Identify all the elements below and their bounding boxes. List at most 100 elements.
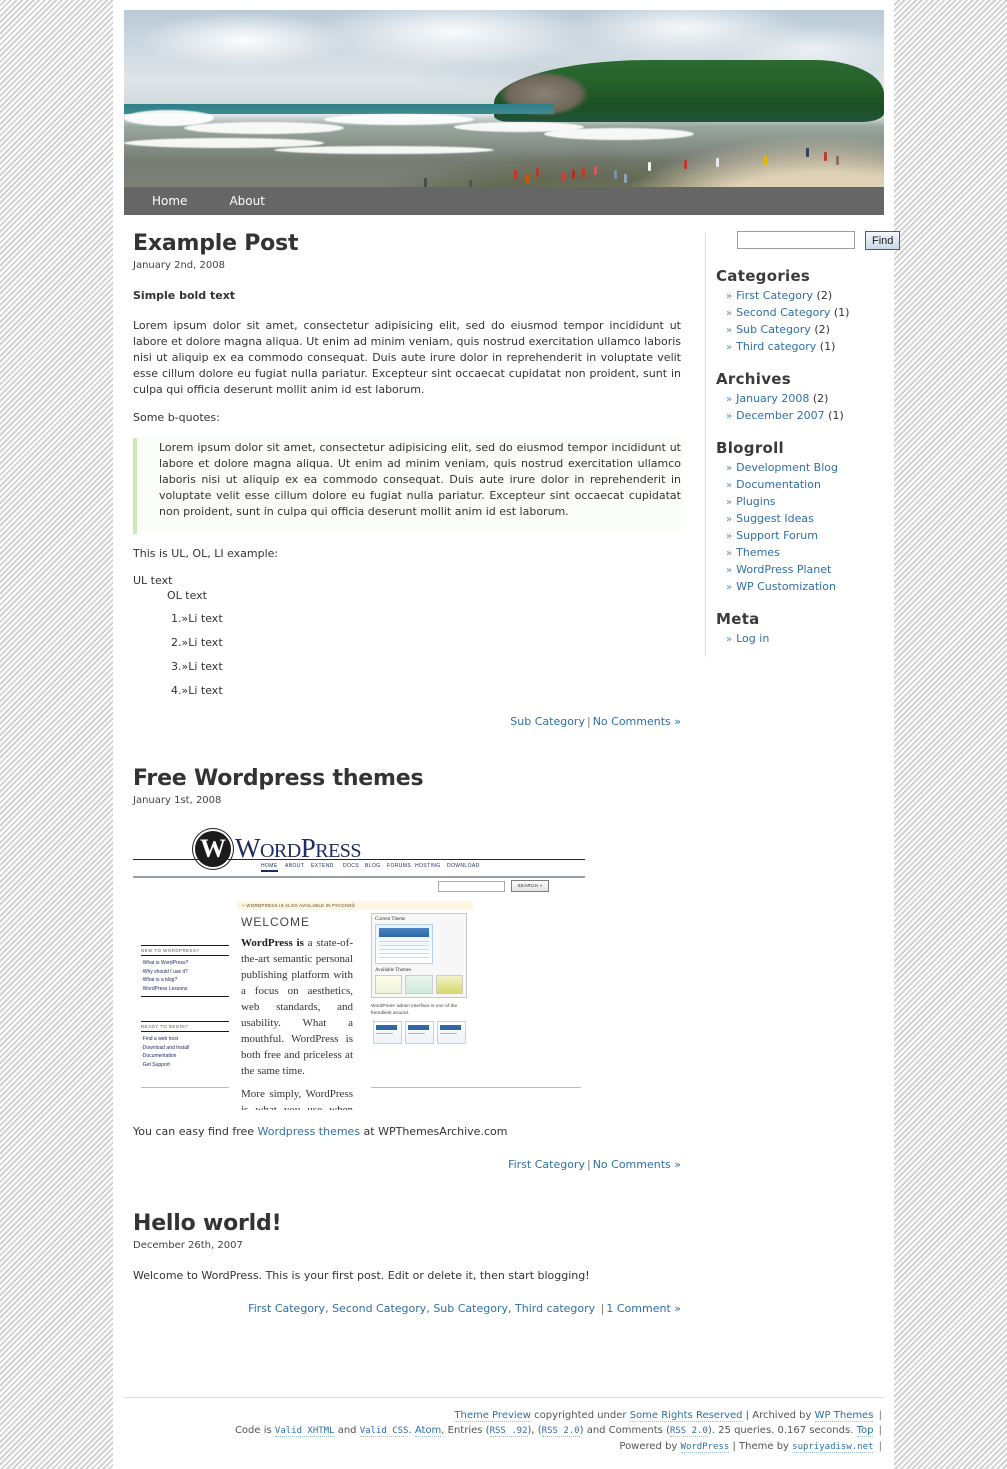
post-comments-link[interactable]: 1 Comment » [606,1302,681,1315]
nav-rule [133,876,585,878]
wordpress-themes-link[interactable]: Wordpress themes [258,1125,361,1138]
sidebar-link-december-2007[interactable]: December 2007 [736,409,825,422]
list-item: Development Blog [726,460,884,477]
post-title[interactable]: Example Post [133,231,681,256]
post-date: January 1st, 2008 [133,795,222,806]
footer-text: ) and Comments ( [579,1425,670,1436]
footer-link-wordpress[interactable]: WordPress [680,1442,730,1453]
sidebar-link-third-category[interactable]: Third category [736,340,816,353]
footer-link-atom[interactable]: Atom [414,1425,442,1437]
person [536,168,539,177]
footer-link-top[interactable]: Top [856,1425,874,1437]
admin-panel: Current Theme Available Themes [371,913,467,998]
ready-item: Documentation [141,1053,229,1059]
sidebar-link-development-blog[interactable]: Development Blog [736,461,838,474]
blogroll-list: Development Blog Documentation Plugins S… [716,460,884,596]
footer-link-theme-preview[interactable]: Theme Preview [454,1410,531,1422]
ol-item: Li text [188,660,223,673]
demo-unordered-list: UL text OL text Li text Li text Li text … [133,574,681,697]
caption-before: You can easy find free [133,1125,258,1138]
person [624,174,627,183]
blockquote-text: Lorem ipsum dolor sit amet, consectetur … [159,441,681,518]
thumb-line [379,945,429,946]
search-input[interactable] [737,231,855,249]
item-count: (2) [812,392,829,405]
sidebar-link-documentation[interactable]: Documentation [736,478,821,491]
sidebar-block-categories: Categories First Category (2) Second Cat… [716,267,884,356]
nav-about[interactable]: About [215,194,278,208]
footer-link-valid-css[interactable]: Valid CSS [359,1426,409,1437]
sidebar-block-meta: Meta Log in [716,610,884,648]
post-category-link[interactable]: Sub Category [433,1302,508,1315]
post-date: December 26th, 2007 [133,1240,243,1251]
footer-link-wp-themes[interactable]: WP Themes [814,1410,874,1422]
list-item: Log in [726,631,884,648]
ready-to-begin-list: Find a web host Download and Install Doc… [141,1036,229,1068]
theme-thumb [405,975,433,994]
post-comments-link[interactable]: No Comments » [593,715,681,728]
footer-link-rss-92[interactable]: RSS .92 [489,1426,528,1437]
footer-link-rss-20-entries[interactable]: RSS 2.0 [541,1426,580,1437]
ul-item-label: UL text [133,574,173,587]
sidebar-link-first-category[interactable]: First Category [736,289,813,302]
post-category-link[interactable]: First Category [248,1302,325,1315]
welcome-para-1-rest: a state-of-the-art semantic personal pub… [241,937,353,1077]
footer-link-valid-xhtml[interactable]: Valid XHTML [274,1426,335,1437]
sidebar-heading-categories: Categories [716,267,811,285]
sidebar-link-sub-category[interactable]: Sub Category [736,323,811,336]
theme-screenshot [437,1021,466,1044]
ready-to-begin-heading: READY TO BEGIN? [141,1021,229,1032]
search-find-button[interactable]: Find [865,231,901,250]
post-category-link[interactable]: Sub Category [510,715,585,728]
post-title[interactable]: Free Wordpress themes [133,766,681,791]
sidebar-link-second-category[interactable]: Second Category [736,306,830,319]
person [594,166,597,175]
header-banner: Home About [124,10,884,215]
sidebar-link-log-in[interactable]: Log in [736,632,769,645]
sidebar-block-archives: Archives January 2008 (2) December 2007 … [716,370,884,425]
ol-item: Li text [188,612,223,625]
sidebar: Find Categories First Category (2) Secon… [716,231,901,662]
footer-link-rss-20-comments[interactable]: RSS 2.0 [669,1426,708,1437]
post-category-link[interactable]: First Category [508,1158,585,1171]
sidebar-link-plugins[interactable]: Plugins [736,495,775,508]
nav-home[interactable]: Home [138,194,201,208]
sidebar-link-support-forum[interactable]: Support Forum [736,529,818,542]
wave [274,146,494,154]
caption-after: at WPThemesArchive.com [360,1125,508,1138]
logo-rule [133,859,585,860]
welcome-para-1: WordPress is a state-of-the-art semantic… [241,935,353,1079]
post-date: January 2nd, 2008 [133,260,225,271]
post-category-link[interactable]: Third category [515,1302,595,1315]
footer-text: . [408,1425,415,1436]
footer-link-supriyadisw[interactable]: supriyadisw.net [792,1442,874,1453]
footer-link-some-rights-reserved[interactable]: Some Rights Reserved [629,1410,743,1422]
meta-comma: , [508,1302,515,1315]
footer-text: Code is [234,1425,275,1436]
thumb-line [379,941,429,942]
sidebar-link-suggest-ideas[interactable]: Suggest Ideas [736,512,814,525]
footer-text: | [875,1425,882,1436]
list-item: January 2008 (2) [726,391,884,408]
wp-nav-docs: DOCS [343,863,360,869]
person [424,178,427,187]
sidebar-heading-archives: Archives [716,370,791,388]
available-themes-row [375,975,463,994]
ol-item: Li text [188,636,223,649]
current-theme-thumbnail [375,924,433,964]
archives-list: January 2008 (2) December 2007 (1) [716,391,884,425]
post-category-link[interactable]: Second Category [332,1302,426,1315]
post-comments-link[interactable]: No Comments » [593,1158,681,1171]
welcome-bold-lead: WordPress is [241,937,304,949]
wp-nav-blog: BLOG [365,863,381,869]
list-item: Themes [726,545,884,562]
theme-screenshot [405,1021,434,1044]
post-title[interactable]: Hello world! [133,1211,681,1236]
thumb-line [379,953,429,954]
sidebar-link-themes[interactable]: Themes [736,546,780,559]
new-to-wordpress-heading: NEW TO WORDPRESS? [141,945,229,956]
sidebar-link-january-2008[interactable]: January 2008 [736,392,809,405]
footer-text: , Entries ( [441,1425,490,1436]
sidebar-link-wp-customization[interactable]: WP Customization [736,580,836,593]
sidebar-link-wordpress-planet[interactable]: WordPress Planet [736,563,831,576]
